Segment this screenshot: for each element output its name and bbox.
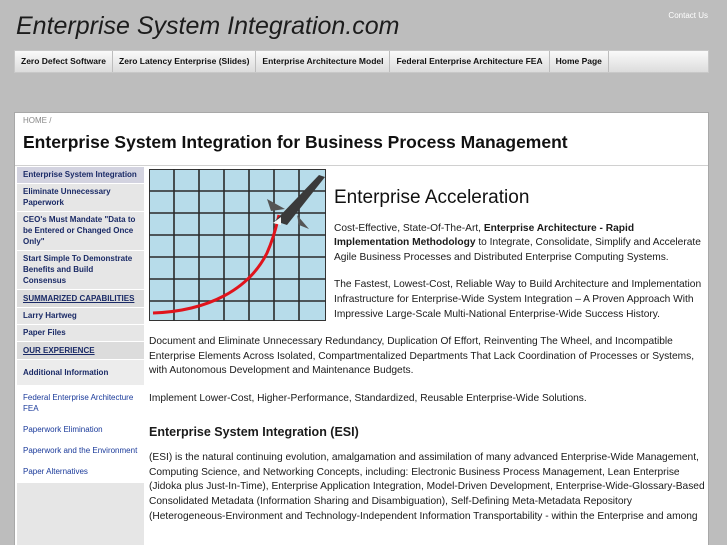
sidebar-link-paper-alternatives[interactable]: Paper Alternatives [17,462,144,483]
topnav-federal-enterprise-architecture[interactable]: Federal Enterprise Architecture FEA [390,51,550,72]
section-heading-esi: Enterprise System Integration (ESI) [149,424,359,439]
breadcrumb-separator: / [49,116,52,125]
paragraph-implement-solutions: Implement Lower-Cost, Higher-Performance… [149,392,587,404]
content-panel: HOME / Enterprise System Integration for… [14,112,709,545]
topnav-zero-latency-enterprise[interactable]: Zero Latency Enterprise (Slides) [113,51,257,72]
top-navigation: Zero Defect Software Zero Latency Enterp… [14,50,709,73]
paragraph-eliminate-redundancy: Document and Eliminate Unnecessary Redun… [149,336,695,377]
topnav-enterprise-architecture-model[interactable]: Enterprise Architecture Model [256,51,391,72]
breadcrumb: HOME / [23,116,51,125]
contact-us-link[interactable]: Contact Us [668,11,708,20]
breadcrumb-home-link[interactable]: HOME [23,116,47,125]
sidebar-item-paper-files[interactable]: Paper Files [17,325,144,342]
topnav-home-page[interactable]: Home Page [550,51,609,72]
sidebar-heading-experience[interactable]: OUR EXPERIENCE [17,342,144,360]
acceleration-chart-image [149,169,326,321]
title-divider [15,165,708,166]
intro-text-prefix: Cost-Effective, State-Of-The-Art, [334,222,482,234]
sidebar-heading-capabilities[interactable]: SUMMARIZED CAPABILITIES [17,290,144,308]
site-header: Enterprise System Integration.com Contac… [0,0,727,100]
topnav-zero-defect-software[interactable]: Zero Defect Software [15,51,114,72]
sidebar-item-enterprise-system-integration[interactable]: Enterprise System Integration [17,167,144,184]
sidebar-item-ceo-mandate[interactable]: CEO's Must Mandate "Data to be Entered o… [17,212,144,251]
sidebar-link-paperwork-elimination[interactable]: Paperwork Elimination [17,420,144,441]
site-title[interactable]: Enterprise System Integration.com [16,12,400,41]
sidebar-sublinks: Federal Enterprise Architecture FEA Pape… [17,386,144,483]
page-title: Enterprise System Integration for Busine… [23,132,568,152]
sidebar-item-eliminate-paperwork[interactable]: Eliminate Unnecessary Paperwork [17,184,144,212]
main-content: Enterprise Acceleration Cost-Effective, … [149,169,705,537]
paragraph-esi-description: (ESI) is the natural continuing evolutio… [149,452,705,522]
sidebar-item-larry-hartweg[interactable]: Larry Hartweg [17,308,144,325]
sidebar-additional-info-title: Additional Information [17,360,144,386]
sidebar-link-federal-ea[interactable]: Federal Enterprise Architecture FEA [17,388,144,420]
sidebar: Enterprise System Integration Eliminate … [17,167,144,545]
sidebar-link-paperwork-environment[interactable]: Paperwork and the Environment [17,441,144,462]
sidebar-item-start-simple[interactable]: Start Simple To Demonstrate Benefits and… [17,251,144,290]
